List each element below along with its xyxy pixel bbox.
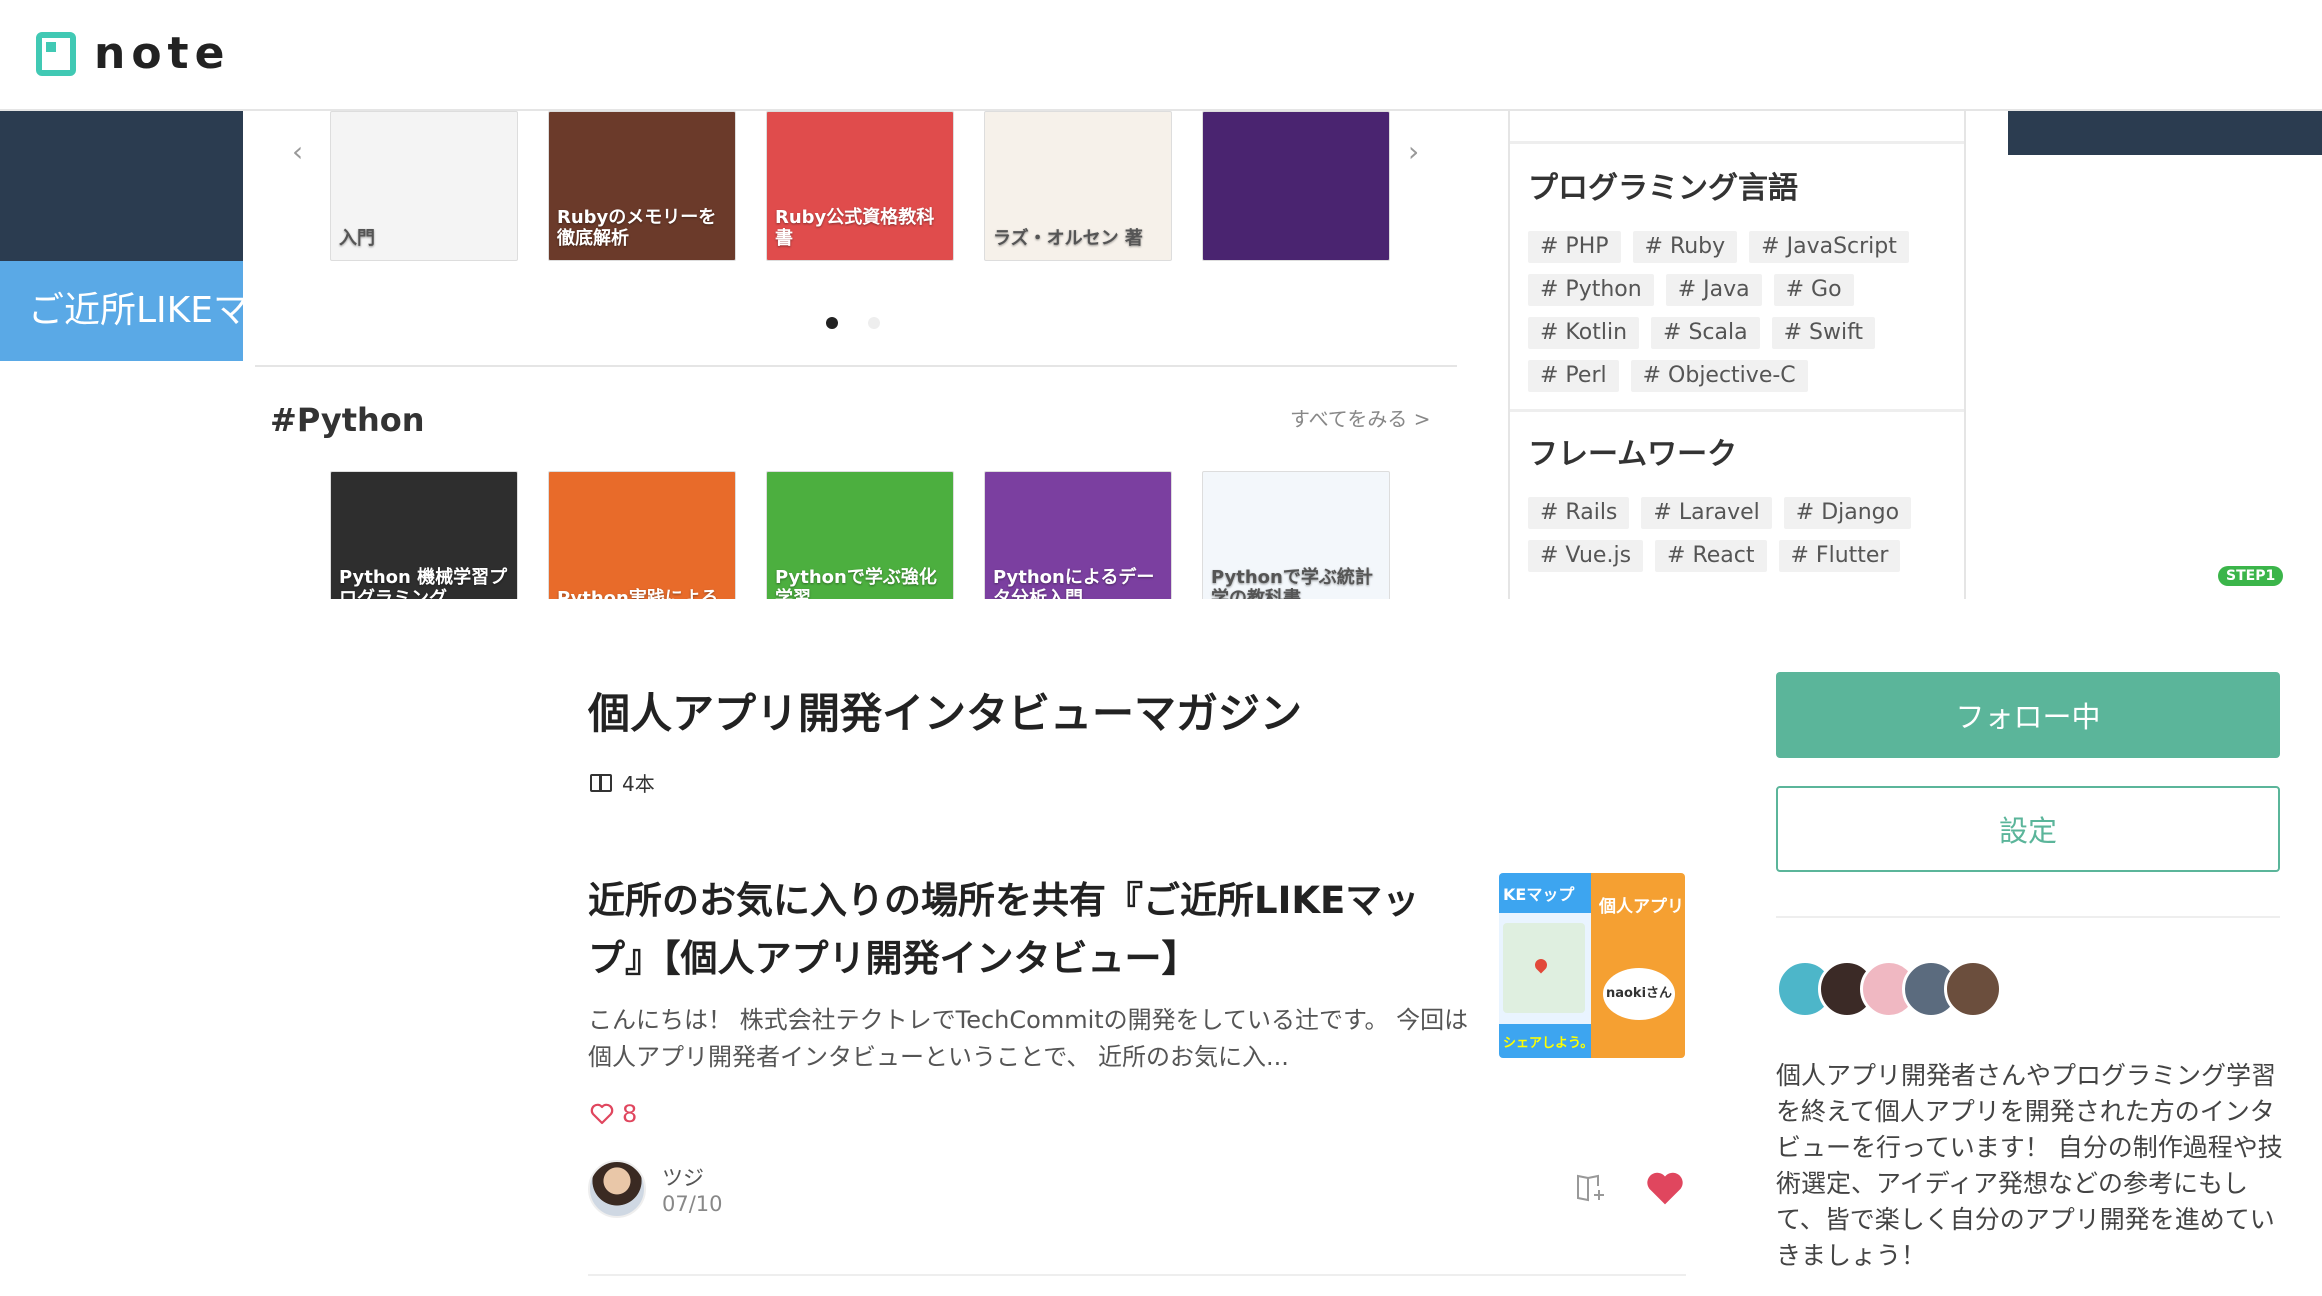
article-count: 4本: [590, 768, 655, 797]
book-title: Ruby公式資格教科書: [775, 206, 935, 250]
book-title: Pythonで学ぶ強化学習: [775, 566, 937, 599]
book-title: Python 機械学習プログラミング: [339, 566, 508, 599]
note-logo-icon: [36, 31, 76, 76]
article-author[interactable]: ツジ 07/10: [588, 1160, 723, 1218]
site-header: note: [0, 0, 2322, 111]
frameworks-tag-list: # Rails # Laravel # Django # Vue.js # React #…: [1528, 497, 1948, 572]
book-title: ラズ・オルセン 著: [993, 228, 1143, 250]
hashtag[interactable]: # Ruby: [1632, 231, 1738, 263]
author-meta: ツジ 07/10: [662, 1162, 723, 1216]
book-carousel-bottom: Python 機械学習プログラミング Python実践による Pythonで学ぶ強化…: [330, 471, 1390, 599]
author-name[interactable]: ツジ: [662, 1162, 723, 1192]
book-cover[interactable]: Pythonによるデータ分析入門: [984, 471, 1172, 599]
panel-divider: [1510, 409, 1964, 412]
hashtag[interactable]: # Go: [1773, 274, 1854, 306]
book-title: Pythonによるデータ分析入門: [993, 566, 1155, 599]
hashtag[interactable]: # Django: [1783, 497, 1912, 529]
add-to-magazine-icon[interactable]: [1576, 1172, 1606, 1202]
thumb-left-top-text: KEマップ: [1499, 873, 1591, 913]
book-title: Rubyのメモリーを徹底解析: [557, 206, 717, 250]
hashtag[interactable]: # Kotlin: [1528, 317, 1640, 349]
thumb-right-panel: 個人アプリ開発イン naokiさん: [1591, 873, 1685, 1058]
article-excerpt[interactable]: こんにちは！ 株式会社テクトレでTechCommitの開発をしている辻です。 今…: [588, 1002, 1488, 1076]
like-heart-icon[interactable]: [1645, 1170, 1685, 1206]
python-section-title: #Python: [270, 401, 425, 439]
languages-tag-list: # PHP # Ruby # JavaScript # Python # Java # G…: [1528, 231, 1948, 392]
book-title: Python実践による: [557, 588, 719, 599]
magazine-header-image: ご近所LIKEマ 入門 Rubyのメモリーを徹底解析 Ruby公式資格教科書ラズ・オ…: [0, 111, 2322, 599]
hashtag[interactable]: # Scala: [1651, 317, 1760, 349]
banner-right-dark: [2008, 111, 2322, 155]
banner-left-text: ご近所LIKEマ: [0, 261, 243, 361]
author-avatar[interactable]: [588, 1160, 646, 1218]
book-cover[interactable]: ラズ・オルセン 著: [984, 111, 1172, 261]
hashtag[interactable]: # React: [1655, 540, 1767, 572]
content-divider: [588, 1274, 1686, 1276]
note-logo[interactable]: note: [36, 28, 230, 79]
magazine-title: 個人アプリ開発インタビューマガジン: [588, 689, 1303, 738]
hashtag[interactable]: # Java: [1665, 274, 1762, 306]
book-cover[interactable]: Python 機械学習プログラミング: [330, 471, 518, 599]
banner-left-dark: [0, 111, 243, 261]
page: note ご近所LIKEマ 入門 Rubyのメモリーを徹底解析 Ruby公式資格教科…: [0, 0, 2322, 1296]
follower-avatars: [1776, 960, 2002, 1018]
book-cover[interactable]: 入門: [330, 111, 518, 261]
book-title: 入門: [339, 228, 375, 250]
like-count[interactable]: 8: [590, 1100, 637, 1128]
hashtag[interactable]: # Swift: [1771, 317, 1876, 349]
languages-title: プログラミング言語: [1528, 171, 1798, 206]
carousel-dot: [868, 317, 880, 329]
magazine-book-icon: [590, 773, 612, 792]
book-cover[interactable]: Pythonで学ぶ統計学の教科書: [1202, 471, 1390, 599]
thumb-right-text: 個人アプリ開発イン: [1599, 897, 1685, 917]
frameworks-title: フレームワーク: [1528, 437, 1738, 472]
hashtag[interactable]: # Python: [1528, 274, 1654, 306]
hashtag[interactable]: # Vue.js: [1528, 540, 1644, 572]
carousel-dot-active: [826, 317, 838, 329]
thumb-left-bottom-text: シェアしよう。: [1499, 1024, 1591, 1058]
article-title[interactable]: 近所のお気に入りの場所を共有『ご近所LIKEマップ』【個人アプリ開発インタビュー…: [588, 872, 1468, 988]
article-count-text: 4本: [622, 772, 655, 796]
like-count-text: 8: [622, 1100, 638, 1128]
carousel-next-icon: ›: [1408, 135, 1420, 168]
sidebar-divider: [1776, 916, 2280, 918]
hashtag[interactable]: # Perl: [1528, 360, 1619, 392]
magazine-description: 個人アプリ開発者さんやプログラミング学習を終えて個人アプリを開発された方のインタ…: [1776, 1061, 2283, 1270]
hero-divider: [255, 365, 1457, 367]
book-cover[interactable]: Rubyのメモリーを徹底解析: [548, 111, 736, 261]
book-carousel-top: 入門 Rubyのメモリーを徹底解析 Ruby公式資格教科書ラズ・オルセン 著: [330, 111, 1390, 261]
hashtag[interactable]: # Laravel: [1641, 497, 1772, 529]
publish-date: 07/10: [662, 1192, 723, 1216]
logo-text: note: [94, 28, 231, 79]
hashtag[interactable]: # Objective-C: [1630, 360, 1808, 392]
book-title: Pythonで学ぶ統計学の教科書: [1211, 566, 1373, 599]
thumb-bubble: naokiさん: [1603, 968, 1675, 1020]
heart-outline-icon: [590, 1103, 614, 1125]
tag-panel: プログラミング言語 # PHP # Ruby # JavaScript # Pytho…: [1508, 111, 1966, 599]
thumb-left-panel: KEマップ シェアしよう。: [1499, 873, 1591, 1058]
book-cover[interactable]: Ruby公式資格教科書: [766, 111, 954, 261]
hashtag[interactable]: # Flutter: [1778, 540, 1901, 572]
hashtag[interactable]: # Rails: [1528, 497, 1630, 529]
book-cover[interactable]: Python実践による: [548, 471, 736, 599]
hashtag[interactable]: # PHP: [1528, 231, 1621, 263]
book-cover[interactable]: [1202, 111, 1390, 261]
article-thumbnail[interactable]: KEマップ シェアしよう。 個人アプリ開発イン naokiさん: [1499, 873, 1685, 1058]
follower-avatar[interactable]: [1944, 960, 2002, 1018]
panel-divider: [1510, 141, 1964, 144]
follow-button[interactable]: フォロー中: [1776, 672, 2280, 758]
see-all-link: すべてをみる >: [1290, 407, 1431, 431]
settings-button[interactable]: 設定: [1776, 786, 2280, 872]
carousel-dots: [826, 317, 880, 329]
carousel-prev-icon: ‹: [292, 135, 304, 168]
book-cover[interactable]: Pythonで学ぶ強化学習: [766, 471, 954, 599]
hashtag[interactable]: # JavaScript: [1749, 231, 1909, 263]
step-badge: STEP1: [2218, 566, 2284, 586]
